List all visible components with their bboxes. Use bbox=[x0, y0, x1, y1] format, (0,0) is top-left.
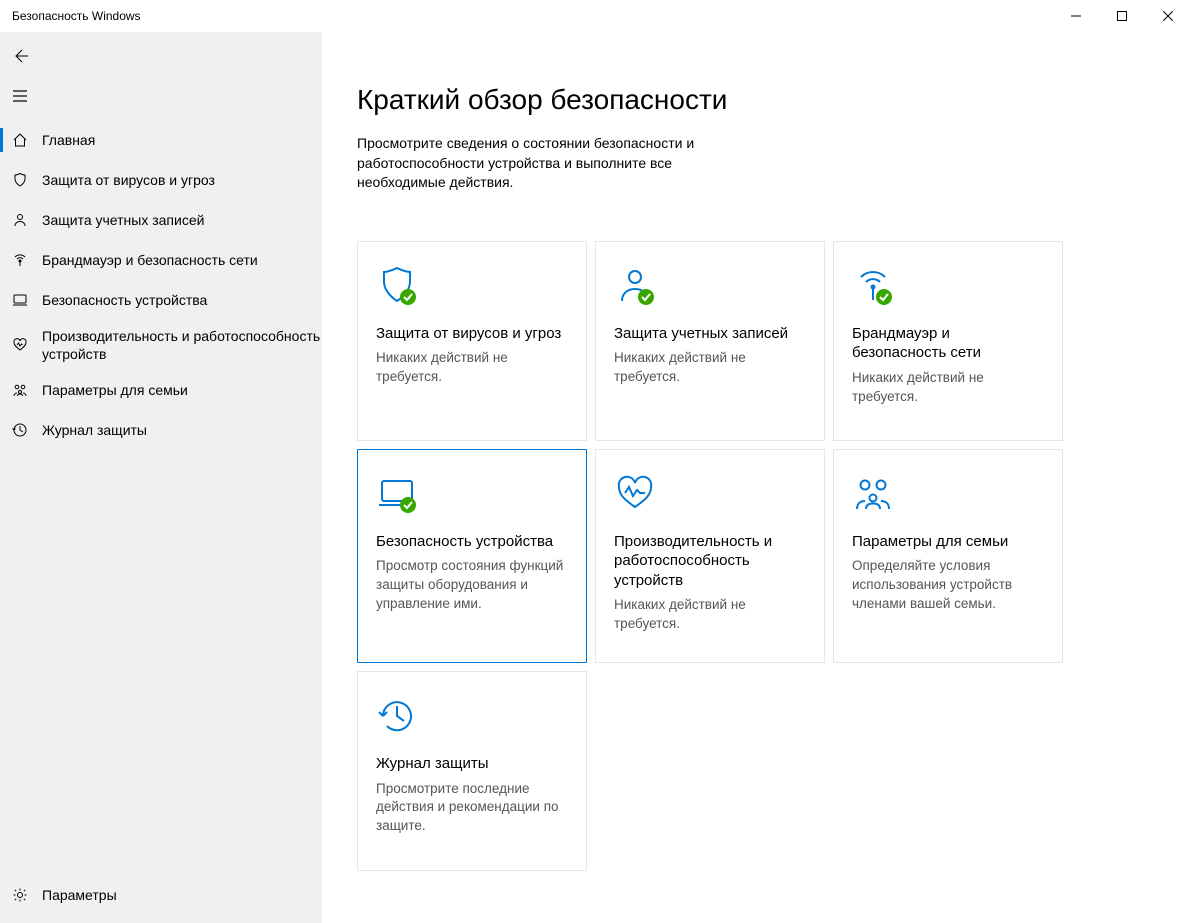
tile-desc: Просмотр состояния функций защиты оборуд… bbox=[376, 557, 568, 614]
sidebar-item-5[interactable]: Производительность и работоспособность у… bbox=[0, 320, 322, 370]
family-icon bbox=[12, 382, 28, 398]
tile-title: Журнал защиты bbox=[376, 754, 568, 774]
device-icon bbox=[12, 292, 28, 308]
window-controls bbox=[1053, 0, 1191, 32]
sidebar-item-label: Безопасность устройства bbox=[42, 291, 207, 309]
sidebar-item-label: Журнал защиты bbox=[42, 421, 147, 439]
sidebar-item-label: Защита учетных записей bbox=[42, 211, 204, 229]
sidebar-item-label: Производительность и работоспособность у… bbox=[42, 327, 322, 363]
sidebar-item-settings[interactable]: Параметры bbox=[0, 875, 322, 915]
tile-title: Защита от вирусов и угроз bbox=[376, 324, 568, 344]
close-button[interactable] bbox=[1145, 0, 1191, 32]
minimize-button[interactable] bbox=[1053, 0, 1099, 32]
network-icon bbox=[852, 262, 1044, 310]
tile-title: Производительность и работоспособность у… bbox=[614, 532, 806, 591]
tile-4[interactable]: Производительность и работоспособность у… bbox=[595, 449, 825, 663]
tile-1[interactable]: Защита учетных записей Никаких действий … bbox=[595, 241, 825, 441]
home-icon bbox=[12, 132, 28, 148]
menu-button[interactable] bbox=[0, 76, 40, 116]
sidebar-item-label: Параметры для семьи bbox=[42, 381, 188, 399]
heart-icon bbox=[12, 337, 28, 353]
sidebar-item-6[interactable]: Параметры для семьи bbox=[0, 370, 322, 410]
tile-5[interactable]: Параметры для семьи Определяйте условия … bbox=[833, 449, 1063, 663]
back-button[interactable] bbox=[0, 36, 40, 76]
tile-grid: Защита от вирусов и угроз Никаких действ… bbox=[357, 241, 1102, 871]
sidebar-item-4[interactable]: Безопасность устройства bbox=[0, 280, 322, 320]
tile-desc: Никаких действий не требуется. bbox=[376, 349, 568, 387]
tile-2[interactable]: Брандмауэр и безопасность сети Никаких д… bbox=[833, 241, 1063, 441]
tile-title: Брандмауэр и безопасность сети bbox=[852, 324, 1044, 363]
tile-desc: Определяйте условия использования устрой… bbox=[852, 557, 1044, 614]
sidebar-item-label: Главная bbox=[42, 131, 95, 149]
titlebar: Безопасность Windows bbox=[0, 0, 1191, 32]
settings-label: Параметры bbox=[42, 886, 117, 904]
tile-6[interactable]: Журнал защиты Просмотрите последние дейс… bbox=[357, 671, 587, 871]
nav-list: Главная Защита от вирусов и угроз Защита… bbox=[0, 120, 322, 450]
tile-0[interactable]: Защита от вирусов и угроз Никаких действ… bbox=[357, 241, 587, 441]
maximize-button[interactable] bbox=[1099, 0, 1145, 32]
sidebar-item-label: Защита от вирусов и угроз bbox=[42, 171, 215, 189]
sidebar-item-7[interactable]: Журнал защиты bbox=[0, 410, 322, 450]
sidebar-item-2[interactable]: Защита учетных записей bbox=[0, 200, 322, 240]
tile-title: Безопасность устройства bbox=[376, 532, 568, 552]
sidebar-item-1[interactable]: Защита от вирусов и угроз bbox=[0, 160, 322, 200]
tile-desc: Просмотрите последние действия и рекомен… bbox=[376, 780, 568, 837]
history-icon bbox=[376, 692, 568, 740]
page-title: Краткий обзор безопасности bbox=[357, 84, 1102, 116]
shield-icon bbox=[12, 172, 28, 188]
gear-icon bbox=[12, 887, 28, 903]
window-title: Безопасность Windows bbox=[12, 9, 141, 23]
sidebar-item-label: Брандмауэр и безопасность сети bbox=[42, 251, 258, 269]
tile-desc: Никаких действий не требуется. bbox=[852, 369, 1044, 407]
sidebar-item-0[interactable]: Главная bbox=[0, 120, 322, 160]
tile-title: Защита учетных записей bbox=[614, 324, 806, 344]
tile-title: Параметры для семьи bbox=[852, 532, 1044, 552]
family-icon bbox=[852, 470, 1044, 518]
network-icon bbox=[12, 252, 28, 268]
tile-desc: Никаких действий не требуется. bbox=[614, 349, 806, 387]
sidebar: Главная Защита от вирусов и угроз Защита… bbox=[0, 32, 322, 923]
tile-3[interactable]: Безопасность устройства Просмотр состоян… bbox=[357, 449, 587, 663]
history-icon bbox=[12, 422, 28, 438]
device-icon bbox=[376, 470, 568, 518]
main-content: Краткий обзор безопасности Просмотрите с… bbox=[322, 32, 1191, 923]
sidebar-item-3[interactable]: Брандмауэр и безопасность сети bbox=[0, 240, 322, 280]
person-icon bbox=[12, 212, 28, 228]
shield-icon bbox=[376, 262, 568, 310]
page-subtitle: Просмотрите сведения о состоянии безопас… bbox=[357, 134, 757, 193]
tile-desc: Никаких действий не требуется. bbox=[614, 596, 806, 634]
heart-icon bbox=[614, 470, 806, 518]
person-icon bbox=[614, 262, 806, 310]
